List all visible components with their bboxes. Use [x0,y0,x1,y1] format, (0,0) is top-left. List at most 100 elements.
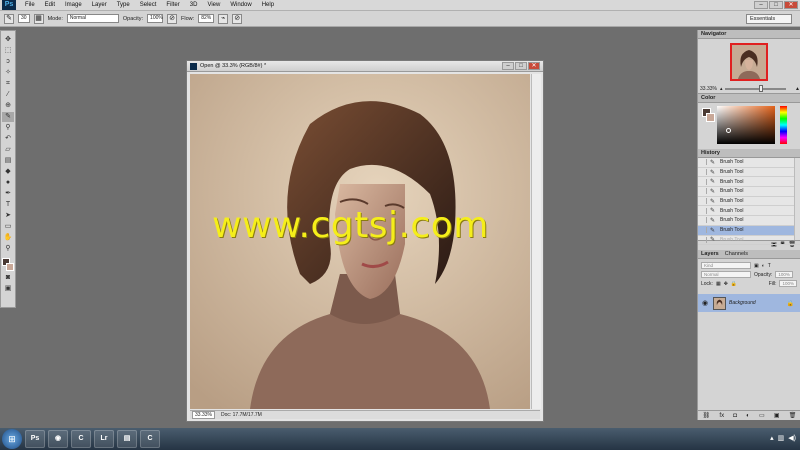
menu-edit[interactable]: Edit [40,2,60,8]
navigator-zoom-slider[interactable] [725,84,787,92]
history-brush-tool-icon[interactable]: ↶ [2,134,14,144]
history-source-checkbox[interactable] [702,207,707,214]
doc-close-button[interactable]: ✕ [528,62,540,70]
screen-mode-icon[interactable]: ▣ [2,284,14,294]
taskbar-camtasia-button[interactable]: C [71,430,91,448]
history-item[interactable]: ✎ Brush Tool [698,197,800,207]
zoom-level-field[interactable]: 33.33% [192,411,215,419]
history-item[interactable]: ✎ Brush Tool [698,236,800,246]
navigator-zoom-value[interactable]: 33.33% [700,86,717,92]
document-vertical-scrollbar[interactable] [531,74,541,409]
tray-arrow-icon[interactable]: ▴ [770,434,774,442]
history-source-checkbox[interactable] [702,159,707,166]
hand-tool-icon[interactable]: ✋ [2,233,14,243]
taskbar-camtasia-recorder-button[interactable]: C [140,430,160,448]
menu-type[interactable]: Type [112,2,135,8]
clone-stamp-tool-icon[interactable]: ⚲ [2,123,14,133]
blur-tool-icon[interactable]: ◆ [2,167,14,177]
lock-all-icon[interactable]: 🔒 [731,281,737,287]
menu-file[interactable]: File [20,2,40,8]
zoom-slider-knob[interactable] [758,84,763,92]
history-source-checkbox[interactable] [702,198,707,205]
history-item[interactable]: ✎ Brush Tool [698,225,800,236]
taskbar-photoshop-button[interactable]: Ps [25,430,45,448]
history-source-checkbox[interactable] [702,217,707,224]
menu-image[interactable]: Image [60,2,87,8]
quick-mask-icon[interactable]: ◙ [2,273,14,283]
taskbar-lightroom-button[interactable]: Lr [94,430,114,448]
close-button[interactable]: ✕ [784,1,798,9]
history-scrollbar[interactable] [794,158,800,240]
history-source-checkbox[interactable] [702,236,707,243]
layer-opacity-field[interactable]: 100% [775,271,793,278]
layer-name[interactable]: Background [729,300,756,306]
history-source-checkbox[interactable] [702,227,707,234]
menu-3d[interactable]: 3D [185,2,203,8]
brush-panel-icon[interactable]: ▦ [33,13,44,24]
brush-tool-icon[interactable]: ✎ [2,112,14,122]
document-titlebar[interactable]: Open @ 33.3% (RGB/8#) * – □ ✕ [187,61,543,72]
eyedropper-tool-icon[interactable]: ⁄ [2,90,14,100]
history-source-checkbox[interactable] [702,178,707,185]
color-panel-tab[interactable]: Color [698,94,800,103]
layer-row-background[interactable]: ◉ Background 🔒 [698,294,800,312]
doc-maximize-button[interactable]: □ [515,62,527,70]
doc-minimize-button[interactable]: – [502,62,514,70]
zoom-out-icon[interactable]: ▴ [720,86,723,92]
visibility-eye-icon[interactable]: ◉ [702,299,710,307]
pen-tool-icon[interactable]: ✒ [2,189,14,199]
navigator-panel-tab[interactable]: Navigator [698,30,800,39]
dodge-tool-icon[interactable]: ● [2,178,14,188]
history-item[interactable]: ✎ Brush Tool [698,187,800,197]
healing-tool-icon[interactable]: ⊕ [2,101,14,111]
history-source-checkbox[interactable] [702,169,707,176]
start-button[interactable]: ⊞ [2,429,22,449]
quick-select-tool-icon[interactable]: ✧ [2,68,14,78]
shape-tool-icon[interactable]: ▭ [2,222,14,232]
menu-select[interactable]: Select [135,2,162,8]
layers-tab[interactable]: Layers [701,250,719,258]
eraser-tool-icon[interactable]: ▱ [2,145,14,155]
flow-field[interactable]: 82% [198,14,215,23]
hue-slider[interactable] [780,106,787,144]
adjustment-layer-icon[interactable]: ◐ [746,413,750,419]
path-select-tool-icon[interactable]: ➤ [2,211,14,221]
history-item[interactable]: ✎ Brush Tool [698,158,800,168]
gradient-tool-icon[interactable]: ▤ [2,156,14,166]
history-item[interactable]: ✎ Brush Tool [698,216,800,226]
move-tool-icon[interactable]: ✥ [2,35,14,45]
taskbar-chrome-button[interactable]: ◉ [48,430,68,448]
menu-view[interactable]: View [202,2,225,8]
network-icon[interactable]: ▥ [778,434,785,442]
maximize-button[interactable]: □ [769,1,783,9]
lock-position-icon[interactable]: ✥ [724,281,728,287]
filter-pixel-icon[interactable]: ▣ [754,263,759,269]
menu-help[interactable]: Help [257,2,279,8]
type-tool-icon[interactable]: T [2,200,14,210]
filter-type-icon[interactable]: T [768,263,771,269]
airbrush-icon[interactable]: ⌁ [218,13,229,24]
layer-kind-filter[interactable]: Kind [701,262,751,269]
menu-window[interactable]: Window [225,2,256,8]
lasso-tool-icon[interactable]: ↄ [2,57,14,67]
history-item[interactable]: ✎ Brush Tool [698,206,800,217]
color-background-swatch[interactable] [706,113,715,122]
color-picker-field[interactable] [717,106,775,144]
pressure-opacity-icon[interactable]: ⊘ [167,13,178,24]
history-panel-tab[interactable]: History [698,149,800,158]
history-source-checkbox[interactable] [702,188,707,195]
channels-tab[interactable]: Channels [725,250,748,258]
link-layers-icon[interactable]: ⛓ [703,412,711,419]
color-picker-cursor[interactable] [726,128,731,133]
add-mask-icon[interactable]: ◘ [733,413,737,419]
layer-fill-field[interactable]: 100% [779,280,797,287]
layer-style-icon[interactable]: fx [719,413,724,419]
new-group-icon[interactable]: ▭ [759,412,765,419]
pressure-size-icon[interactable]: ⊘ [232,13,243,24]
taskbar-explorer-button[interactable]: ▤ [117,430,137,448]
zoom-in-icon[interactable]: ▲ [795,86,800,92]
mode-select[interactable]: Normal [66,14,119,23]
document-info[interactable]: Doc: 17.7M/17.7M [221,412,262,418]
blend-mode-select[interactable]: Normal [701,271,751,278]
brush-size-field[interactable]: 30 [18,14,30,23]
